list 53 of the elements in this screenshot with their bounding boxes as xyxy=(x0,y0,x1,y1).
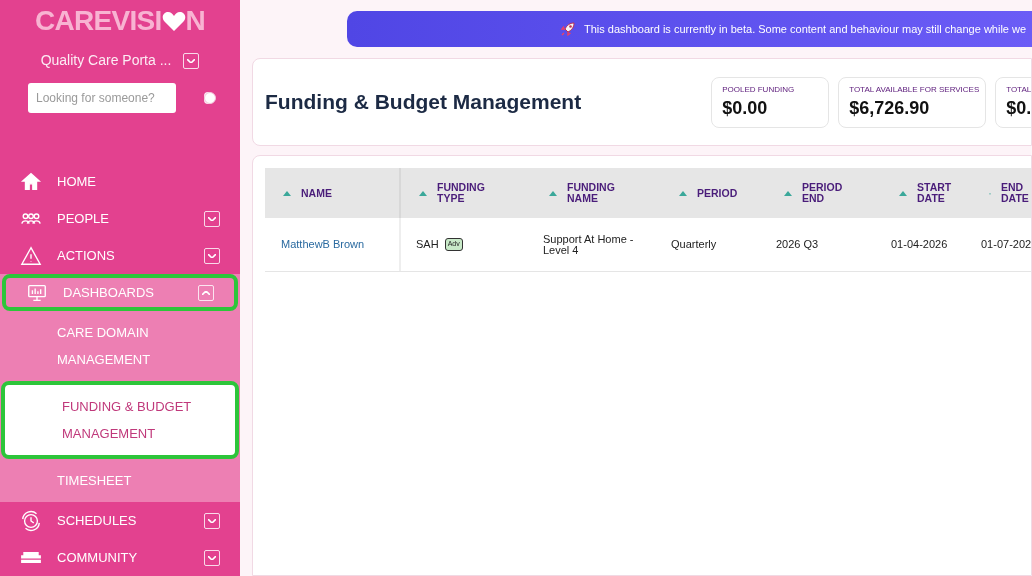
table-cell-text: Support At Home - Level 4 xyxy=(543,233,635,256)
chevron-icon xyxy=(202,290,210,295)
nav-label: COMMUNITY xyxy=(57,548,138,567)
column-header[interactable]: FUNDING TYPE xyxy=(401,168,531,218)
page-title: Funding & Budget Management xyxy=(265,89,582,116)
stat-value: $0. xyxy=(1006,96,1031,120)
clock-icon xyxy=(20,509,42,532)
nav-label: DASHBOARDS xyxy=(63,283,155,302)
chevron-icon xyxy=(208,555,216,560)
home-icon xyxy=(20,170,42,193)
expand-button[interactable] xyxy=(204,549,220,566)
search-field[interactable]: Looking for someone? xyxy=(28,83,176,113)
column-header[interactable]: NAME xyxy=(265,168,401,218)
column-header[interactable]: FUNDING NAME xyxy=(531,168,661,218)
nav-label: SCHEDULES xyxy=(57,511,137,530)
table-cell-text: 01-07-202 xyxy=(981,237,1031,253)
organization-name: Quality Care Porta ... xyxy=(40,51,172,70)
nav-item[interactable]: PEOPLE xyxy=(0,200,240,237)
table-cell-text: 01-04-2026 xyxy=(891,237,948,253)
nav-item[interactable]: ACTIONS xyxy=(0,237,240,274)
expand-button[interactable] xyxy=(204,512,220,529)
column-header[interactable]: PERIOD END xyxy=(766,168,881,218)
expand-button[interactable] xyxy=(204,247,220,264)
column-header[interactable]: PERIOD xyxy=(661,168,766,218)
column-header[interactable]: END DATE xyxy=(971,168,1031,218)
stat-label: TOTAL xyxy=(1006,83,1031,96)
nav-label: PEOPLE xyxy=(57,209,110,228)
nav-label: HOME xyxy=(57,172,96,191)
stat-label: POOLED FUNDING xyxy=(722,83,796,96)
collapse-button[interactable] xyxy=(198,284,214,301)
stat-value: $0.00 xyxy=(722,96,769,120)
nav-item[interactable]: COMMUNITY xyxy=(0,539,240,576)
table-cell-text: Quarterly xyxy=(671,237,717,253)
chevron-icon xyxy=(187,58,196,63)
chevron-icon xyxy=(208,216,216,221)
chevron-icon xyxy=(208,253,216,258)
chevron-icon xyxy=(208,518,216,523)
expand-button[interactable] xyxy=(183,52,200,69)
table-cell-text: SAH xyxy=(416,237,439,253)
submenu-item[interactable]: FUNDING & BUDGET MANAGEMENT xyxy=(1,381,239,459)
nav-item[interactable]: HOME xyxy=(0,163,240,200)
expand-button[interactable] xyxy=(204,210,220,227)
person-link[interactable]: MatthewB Brown xyxy=(281,236,365,253)
table-cell-text: 2026 Q3 xyxy=(776,237,819,253)
community-icon xyxy=(20,552,42,563)
rocket-icon xyxy=(560,21,576,37)
stat-value: $6,726.90 xyxy=(849,96,931,120)
logo: CAREVISI N xyxy=(34,4,206,38)
nav-item[interactable]: SCHEDULES xyxy=(0,502,240,539)
column-header[interactable]: START DATE xyxy=(881,168,971,218)
warning-icon xyxy=(20,244,42,267)
nav-label: ACTIONS xyxy=(57,246,115,265)
banner-text: This dashboard is currently in beta. Some content and behaviour may still change while we xyxy=(584,21,1027,37)
